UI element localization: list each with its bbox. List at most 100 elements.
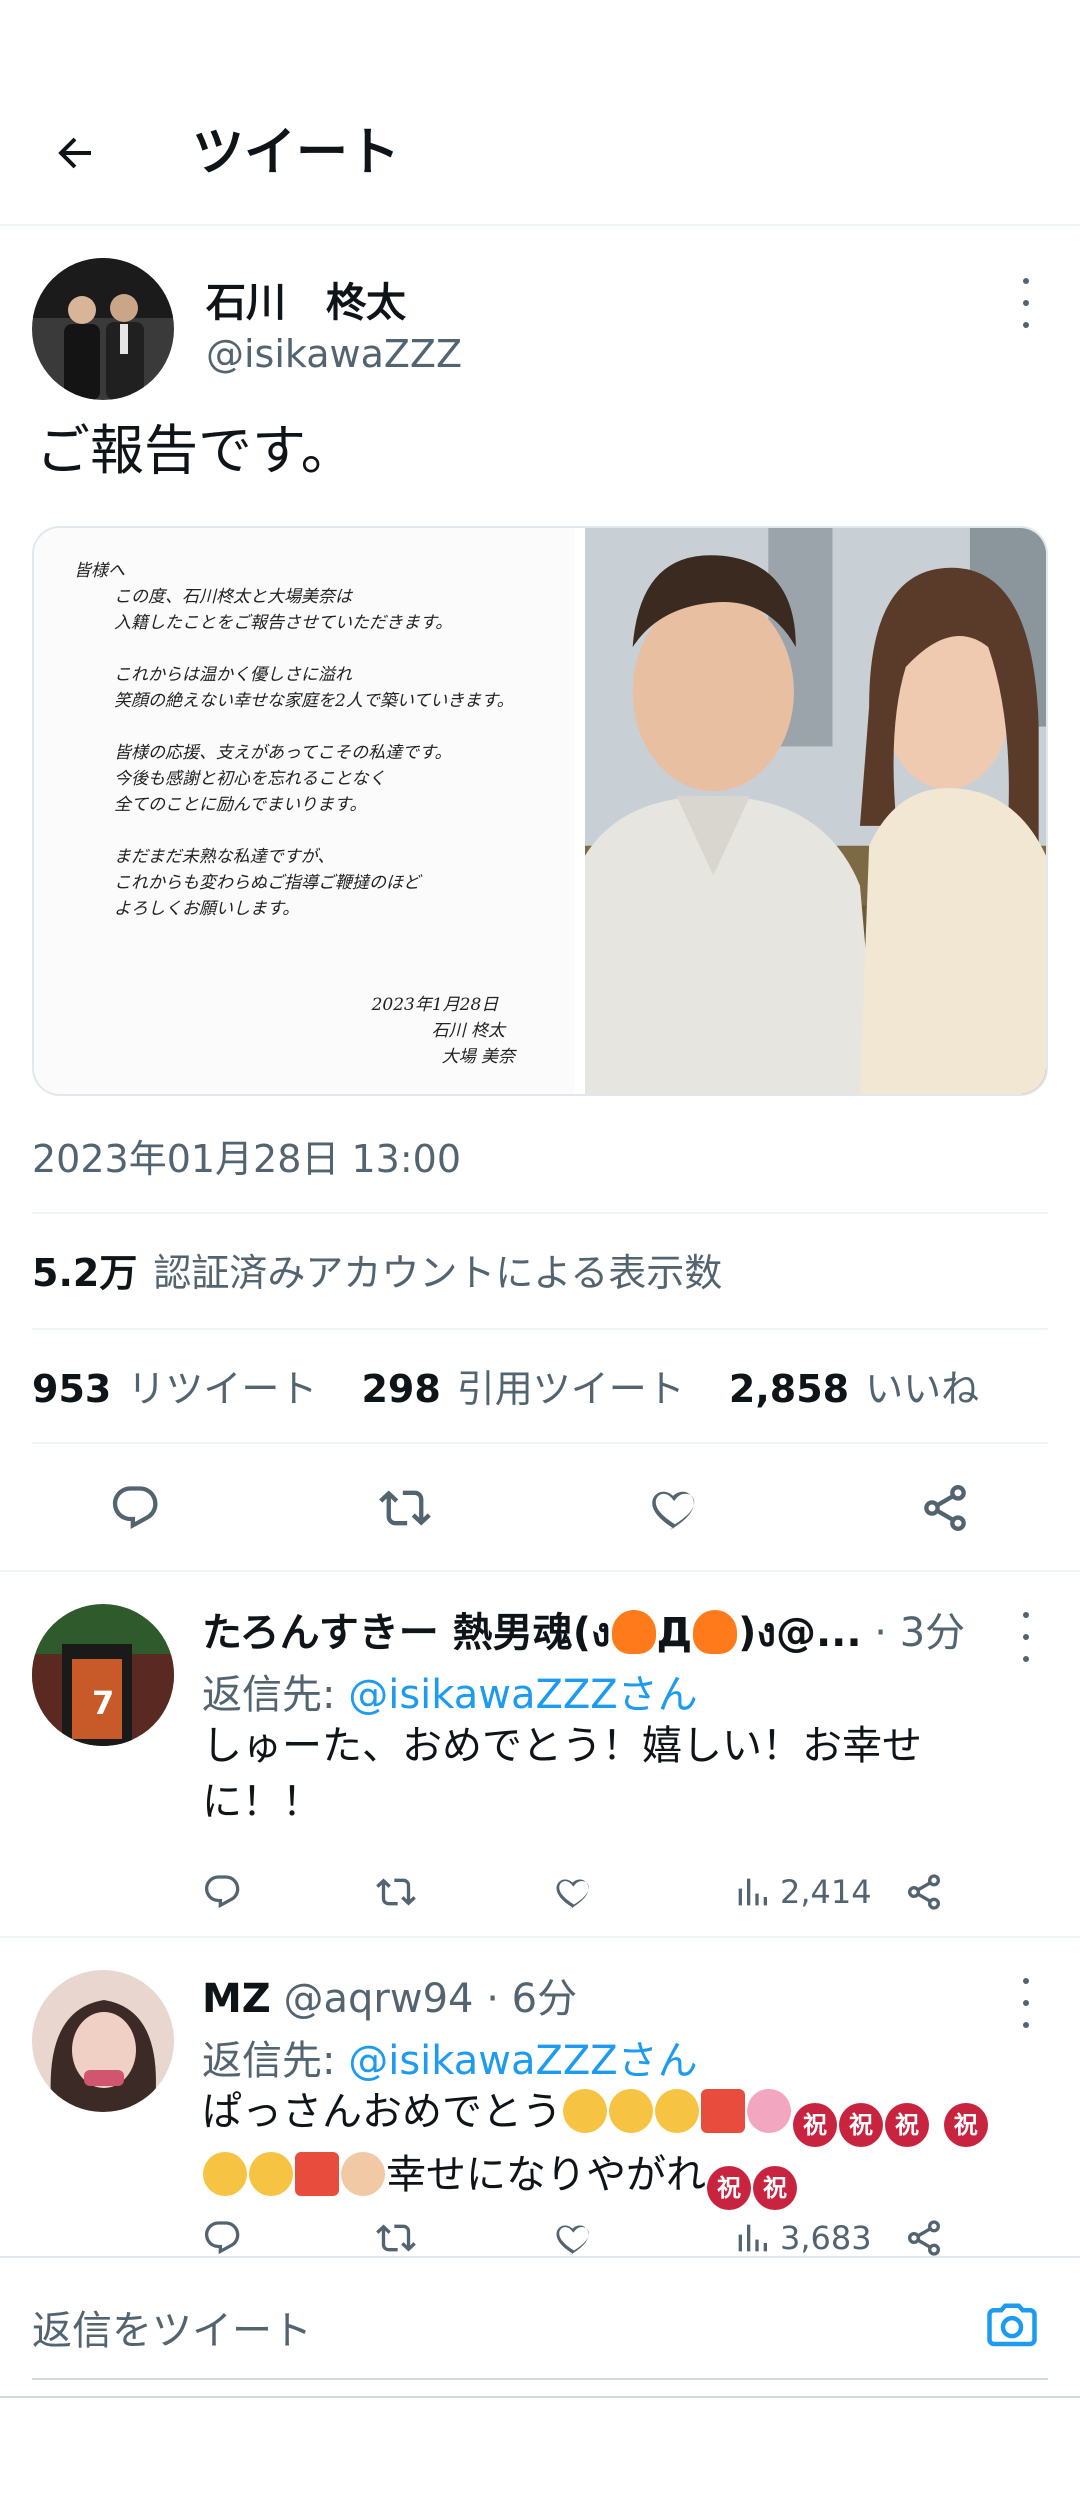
views-label: 認証済みアカウントによる表示数 bbox=[153, 1251, 723, 1295]
divider bbox=[32, 1212, 1048, 1214]
quotes-label: 引用ツイート bbox=[456, 1367, 685, 1411]
like-button[interactable] bbox=[554, 1862, 594, 1922]
reply-compose-bar: 返信をツイート bbox=[0, 2256, 1080, 2396]
divider bbox=[32, 1442, 1048, 1444]
letter-line: 入籍したことをご報告させていただきます。 bbox=[114, 613, 453, 633]
reply-text-part: ぱっさんおめでとう bbox=[202, 2089, 562, 2135]
share-button[interactable] bbox=[904, 1862, 944, 1922]
retweet-button[interactable] bbox=[270, 1446, 540, 1570]
views-count: 3,683 bbox=[780, 2219, 872, 2256]
like-button[interactable] bbox=[540, 1446, 810, 1570]
tweet-actions bbox=[0, 1446, 1080, 1570]
reply-time: · 6分 bbox=[473, 1976, 578, 2022]
reply-actions: 3,683 bbox=[202, 2208, 1022, 2256]
reply-author-name-end[interactable]: )ง@... bbox=[738, 1610, 861, 1656]
share-icon bbox=[908, 2220, 940, 2256]
author-avatar[interactable] bbox=[32, 258, 174, 400]
reply-author-handle[interactable]: @aqrw94 bbox=[284, 1976, 474, 2022]
thumbs-up-icon bbox=[341, 2152, 385, 2196]
retweet-button[interactable] bbox=[376, 2208, 416, 2256]
reply-author-name-mid[interactable]: Д bbox=[657, 1610, 693, 1656]
reply-to-line: 返信先: @isikawaZZZさん bbox=[202, 1662, 698, 1720]
like-button[interactable] bbox=[554, 2208, 594, 2256]
more-icon[interactable] bbox=[1016, 278, 1036, 328]
views-row[interactable]: 5.2万 認証済みアカウントによる表示数 bbox=[32, 1242, 722, 1297]
svg-text:7: 7 bbox=[92, 1684, 114, 1722]
share-icon bbox=[908, 1874, 940, 1910]
letter-image[interactable]: 皆様へこの度、石川柊太と大場美奈は入籍したことをご報告させていただきます。 これ… bbox=[34, 528, 575, 1094]
views-button[interactable]: 3,683 bbox=[732, 2208, 872, 2256]
views-icon bbox=[738, 2224, 767, 2252]
share-button[interactable] bbox=[810, 1446, 1080, 1570]
retweet-icon bbox=[379, 1490, 431, 1526]
divider bbox=[32, 1328, 1048, 1330]
reply-avatar[interactable]: 7 bbox=[32, 1604, 174, 1746]
likes-count: 2,858 bbox=[728, 1367, 850, 1411]
reply-header: たろんすきー 熱男魂(ง Д )ง@... · 3分 bbox=[202, 1600, 965, 1664]
share-icon bbox=[924, 1485, 966, 1531]
reply-button[interactable] bbox=[0, 1446, 270, 1570]
reply-input[interactable]: 返信をツイート bbox=[32, 2298, 312, 2356]
back-arrow-icon bbox=[58, 137, 91, 169]
letter-line: この度、石川柊太と大場美奈は bbox=[114, 587, 352, 607]
letter-line bbox=[74, 636, 535, 662]
tweet-media[interactable]: 皆様へこの度、石川柊太と大場美奈は入籍したことをご報告させていただきます。 これ… bbox=[32, 526, 1048, 1096]
quotes-stat[interactable]: 298 引用ツイート bbox=[361, 1367, 684, 1411]
letter-line: 皆様へ bbox=[74, 561, 125, 581]
letter-line bbox=[74, 818, 535, 844]
camera-icon bbox=[987, 2303, 1037, 2347]
iwai-icon: 祝 bbox=[943, 2103, 988, 2147]
top-bar: ツイート bbox=[0, 0, 1080, 226]
reply-author-name[interactable]: たろんすきー 熱男魂(ง bbox=[202, 1610, 611, 1656]
reply-author-name[interactable]: MZ bbox=[202, 1976, 271, 2022]
reply-to-handle[interactable]: @isikawaZZZさん bbox=[348, 1672, 697, 1718]
reply-button[interactable] bbox=[202, 1862, 242, 1922]
quotes-count: 298 bbox=[361, 1367, 441, 1411]
engagement-row: 953 リツイート 298 引用ツイート 2,858 いいね bbox=[32, 1358, 979, 1413]
camera-button[interactable] bbox=[982, 2296, 1042, 2356]
letter-line bbox=[74, 714, 535, 740]
iwai-icon: 祝 bbox=[753, 2166, 797, 2210]
reply-tweet[interactable]: MZ @aqrw94 · 6分 返信先: @isikawaZZZさん ぱっさんお… bbox=[0, 1938, 1080, 2256]
reply-avatar[interactable] bbox=[32, 1970, 174, 2112]
retweets-count: 953 bbox=[32, 1367, 112, 1411]
letter-line: まだまだ未熟な私達ですが、 bbox=[114, 847, 335, 867]
retweets-stat[interactable]: 953 リツイート bbox=[32, 1367, 317, 1411]
views-count: 5.2万 bbox=[32, 1251, 138, 1295]
couple-photo[interactable] bbox=[585, 528, 1046, 1094]
cake-icon bbox=[747, 2089, 791, 2133]
author-handle[interactable]: @isikawaZZZ bbox=[206, 332, 462, 376]
page-title: ツイート bbox=[192, 123, 401, 183]
iwai-icon: 祝 bbox=[707, 2166, 751, 2210]
letter-line: 全てのことに励んでまいります。 bbox=[114, 795, 367, 815]
reply-to-prefix: 返信先: bbox=[202, 1672, 349, 1718]
reply-icon bbox=[205, 1875, 240, 1909]
more-icon[interactable] bbox=[1016, 1612, 1036, 1662]
more-icon[interactable] bbox=[1016, 1978, 1036, 2028]
views-button[interactable]: 2,414 bbox=[732, 1862, 872, 1922]
author-name[interactable]: 石川 柊太 bbox=[206, 270, 406, 328]
reply-button[interactable] bbox=[202, 2208, 242, 2256]
retweet-icon bbox=[376, 2224, 416, 2252]
reply-to-handle[interactable]: @isikawaZZZさん bbox=[348, 2038, 697, 2084]
reply-time: · 3分 bbox=[861, 1610, 966, 1656]
reply-to-line: 返信先: @isikawaZZZさん bbox=[202, 2028, 698, 2086]
like-icon bbox=[652, 1491, 695, 1530]
letter-line: 笑顔の絶えない幸せな家庭を2人で築いていきます。 bbox=[114, 691, 514, 711]
letter-line: よろしくお願いします。 bbox=[114, 899, 300, 919]
tweet-timestamp[interactable]: 2023年01月28日 13:00 bbox=[32, 1128, 461, 1183]
letter-line: これからは温かく優しさに溢れ bbox=[114, 665, 352, 685]
letter-signature-2: 大場 美奈 bbox=[441, 1047, 515, 1067]
retweets-label: リツイート bbox=[127, 1367, 318, 1411]
like-icon bbox=[556, 1879, 589, 1909]
retweet-button[interactable] bbox=[376, 1862, 416, 1922]
back-button[interactable] bbox=[40, 118, 110, 188]
likes-stat[interactable]: 2,858 いいね bbox=[729, 1367, 979, 1411]
reply-tweet[interactable]: 7 たろんすきー 熱男魂(ง Д )ง@... · 3分 返信先: @isikawa… bbox=[0, 1572, 1080, 1932]
clap-icon bbox=[609, 2089, 653, 2133]
letter-line: これからも変わらぬご指導ご鞭撻のほど bbox=[114, 873, 420, 893]
share-button[interactable] bbox=[904, 2208, 944, 2256]
iwai-icon: 祝 bbox=[793, 2103, 837, 2147]
gift-icon bbox=[701, 2089, 745, 2133]
clap-icon bbox=[203, 2152, 247, 2196]
